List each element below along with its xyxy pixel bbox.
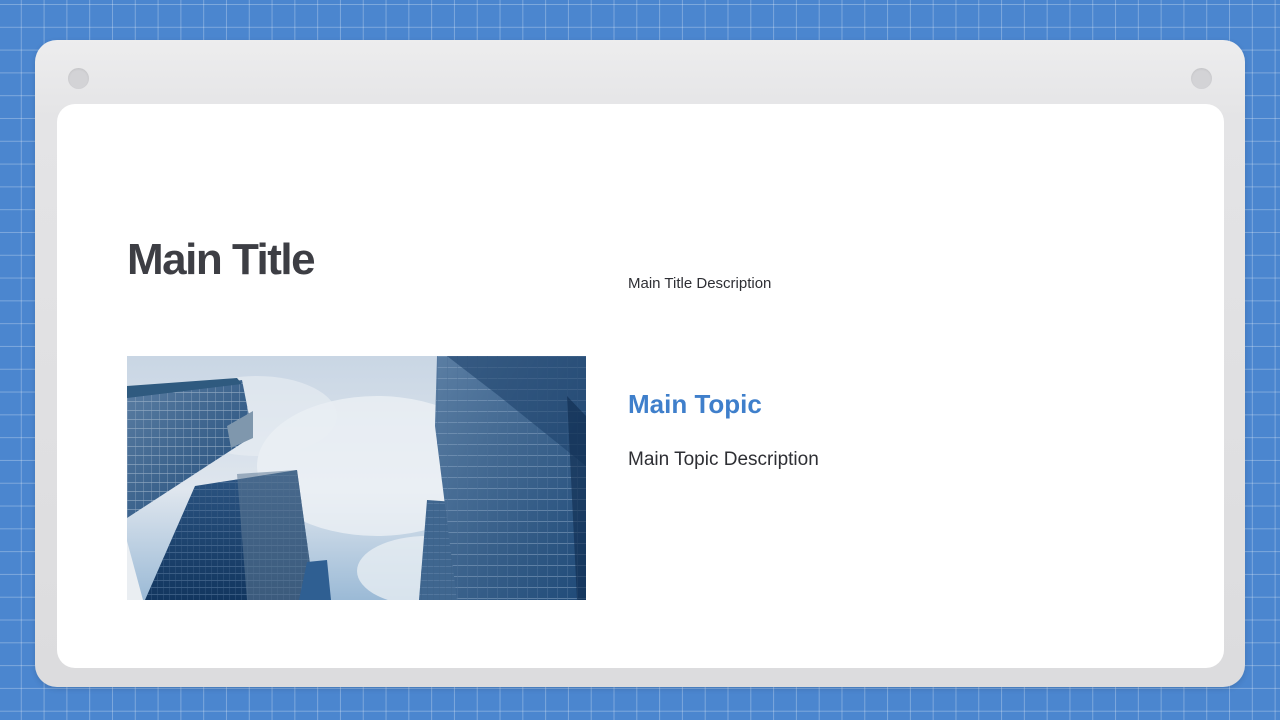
main-topic-heading: Main Topic xyxy=(628,389,762,419)
frame-screw-right xyxy=(1191,68,1212,89)
frame-screw-left xyxy=(68,68,89,89)
main-title: Main Title xyxy=(127,235,316,284)
slide-card: Main Title Main Title Description Main T… xyxy=(57,104,1224,668)
main-topic-description: Main Topic Description xyxy=(628,449,819,470)
skyscrapers-photo xyxy=(127,356,586,600)
main-title-description: Main Title Description xyxy=(628,275,772,292)
